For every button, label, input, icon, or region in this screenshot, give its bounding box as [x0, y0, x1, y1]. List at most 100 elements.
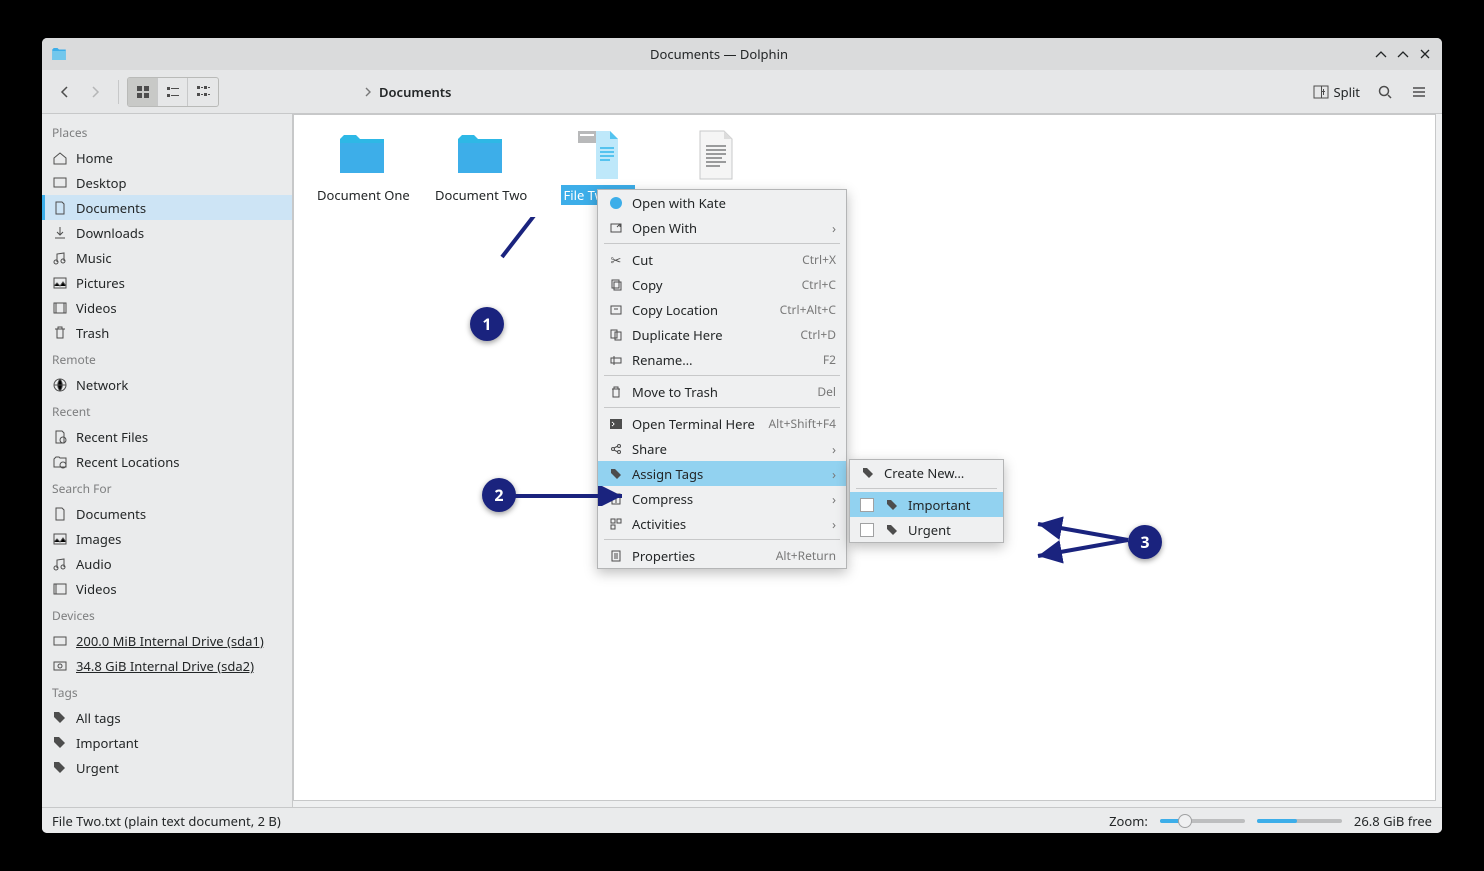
compact-view-button[interactable] [158, 78, 188, 106]
section-places: Places [42, 118, 292, 145]
minimize-button[interactable] [1370, 43, 1392, 65]
properties-icon [608, 549, 624, 563]
free-space-text: 26.8 GiB free [1354, 812, 1432, 830]
annotation-1: 1 [470, 307, 504, 341]
toolbar: Documents Split [42, 70, 1442, 114]
menu-trash[interactable]: Move to TrashDel [598, 379, 846, 404]
menu-open-kate[interactable]: Open with Kate [598, 190, 846, 215]
sidebar-item-downloads[interactable]: Downloads [42, 220, 292, 245]
sidebar-device-sda2[interactable]: 34.8 GiB Internal Drive (sda2) [42, 653, 292, 678]
menu-terminal[interactable]: Open Terminal HereAlt+Shift+F4 [598, 411, 846, 436]
recent-files-icon [52, 429, 68, 445]
sidebar-item-desktop[interactable]: Desktop [42, 170, 292, 195]
folder-icon [452, 129, 508, 181]
checkbox[interactable] [860, 498, 874, 512]
tag-add-icon [860, 466, 876, 480]
back-button[interactable] [50, 77, 80, 107]
menu-copy[interactable]: CopyCtrl+C [598, 272, 846, 297]
videos-icon [52, 300, 68, 316]
sidebar-item-recent-locations[interactable]: Recent Locations [42, 449, 292, 474]
sidebar-item-network[interactable]: Network [42, 372, 292, 397]
tag-icon [884, 498, 900, 512]
icon-view-button[interactable] [128, 78, 158, 106]
tag-icon [52, 735, 68, 751]
app-icon [50, 45, 68, 63]
file-view[interactable]: Document One Document Two File Two.txt F… [293, 114, 1436, 801]
search-button[interactable] [1370, 77, 1400, 107]
sidebar-item-recent-files[interactable]: Recent Files [42, 424, 292, 449]
sidebar-device-sda1[interactable]: 200.0 MiB Internal Drive (sda1) [42, 628, 292, 653]
split-icon [1313, 84, 1329, 100]
menu-open-with[interactable]: Open With› [598, 215, 846, 240]
statusbar: File Two.txt (plain text document, 2 B) … [42, 807, 1442, 833]
menu-rename[interactable]: Rename…F2 [598, 347, 846, 372]
recent-locations-icon [52, 454, 68, 470]
tags-submenu: Create New… Important Urgent [849, 459, 1004, 543]
sidebar-item-trash[interactable]: Trash [42, 320, 292, 345]
duplicate-icon [608, 328, 624, 342]
sidebar-item-home[interactable]: Home [42, 145, 292, 170]
status-text: File Two.txt (plain text document, 2 B) [52, 812, 281, 830]
file-item-folder[interactable]: Document One [314, 129, 410, 205]
submenu-create-new[interactable]: Create New… [850, 460, 1003, 485]
file-item-folder[interactable]: Document Two [432, 129, 528, 205]
tag-icon [884, 523, 900, 537]
menu-activities[interactable]: Activities› [598, 511, 846, 536]
split-button[interactable]: Split [1307, 77, 1366, 107]
titlebar: Documents — Dolphin [42, 38, 1442, 70]
sidebar-tag-important[interactable]: Important [42, 730, 292, 755]
breadcrumb[interactable]: Documents [363, 83, 451, 101]
tag-icon [608, 467, 624, 481]
zoom-slider[interactable] [1160, 819, 1245, 823]
sidebar-search-images[interactable]: Images [42, 526, 292, 551]
places-panel: Places Home Desktop Documents Downloads … [42, 114, 293, 807]
section-remote: Remote [42, 345, 292, 372]
submenu-tag-important[interactable]: Important [850, 492, 1003, 517]
sidebar-item-pictures[interactable]: Pictures [42, 270, 292, 295]
menu-cut[interactable]: ✂CutCtrl+X [598, 247, 846, 272]
view-mode-group [127, 77, 219, 107]
text-file-icon [688, 129, 744, 181]
menu-assign-tags[interactable]: Assign Tags› [598, 461, 846, 486]
copy-icon [608, 278, 624, 292]
sidebar-tag-all[interactable]: All tags [42, 705, 292, 730]
breadcrumb-current: Documents [379, 83, 451, 101]
sidebar-search-audio[interactable]: Audio [42, 551, 292, 576]
maximize-button[interactable] [1392, 43, 1414, 65]
menu-duplicate[interactable]: Duplicate HereCtrl+D [598, 322, 846, 347]
checkbox[interactable] [860, 523, 874, 537]
sidebar-item-music[interactable]: Music [42, 245, 292, 270]
sidebar-search-videos[interactable]: Videos [42, 576, 292, 601]
section-devices: Devices [42, 601, 292, 628]
close-button[interactable] [1414, 43, 1436, 65]
download-icon [52, 225, 68, 241]
tag-icon [52, 760, 68, 776]
cut-icon: ✂ [608, 251, 624, 269]
window-title: Documents — Dolphin [68, 45, 1370, 63]
terminal-icon [608, 417, 624, 431]
rename-icon [608, 353, 624, 367]
submenu-tag-urgent[interactable]: Urgent [850, 517, 1003, 542]
open-icon [608, 221, 624, 235]
sidebar-search-documents[interactable]: Documents [42, 501, 292, 526]
sidebar-tag-urgent[interactable]: Urgent [42, 755, 292, 780]
forward-button[interactable] [80, 77, 110, 107]
menu-share[interactable]: Share› [598, 436, 846, 461]
free-space-bar [1257, 819, 1342, 823]
window: Documents — Dolphin Documents Split [42, 38, 1442, 833]
folder-icon [334, 129, 390, 181]
network-icon [52, 377, 68, 393]
menu-copy-location[interactable]: Copy LocationCtrl+Alt+C [598, 297, 846, 322]
document-icon [52, 200, 68, 216]
detail-view-button[interactable] [188, 78, 218, 106]
drive-icon [52, 658, 68, 674]
trash-icon [52, 325, 68, 341]
hamburger-menu-button[interactable] [1404, 77, 1434, 107]
sidebar-item-videos[interactable]: Videos [42, 295, 292, 320]
desktop-icon [52, 175, 68, 191]
tag-icon [52, 710, 68, 726]
sidebar-item-documents[interactable]: Documents [42, 195, 292, 220]
copy-location-icon [608, 303, 624, 317]
annotation-2: 2 [482, 478, 516, 512]
menu-properties[interactable]: PropertiesAlt+Return [598, 543, 846, 568]
